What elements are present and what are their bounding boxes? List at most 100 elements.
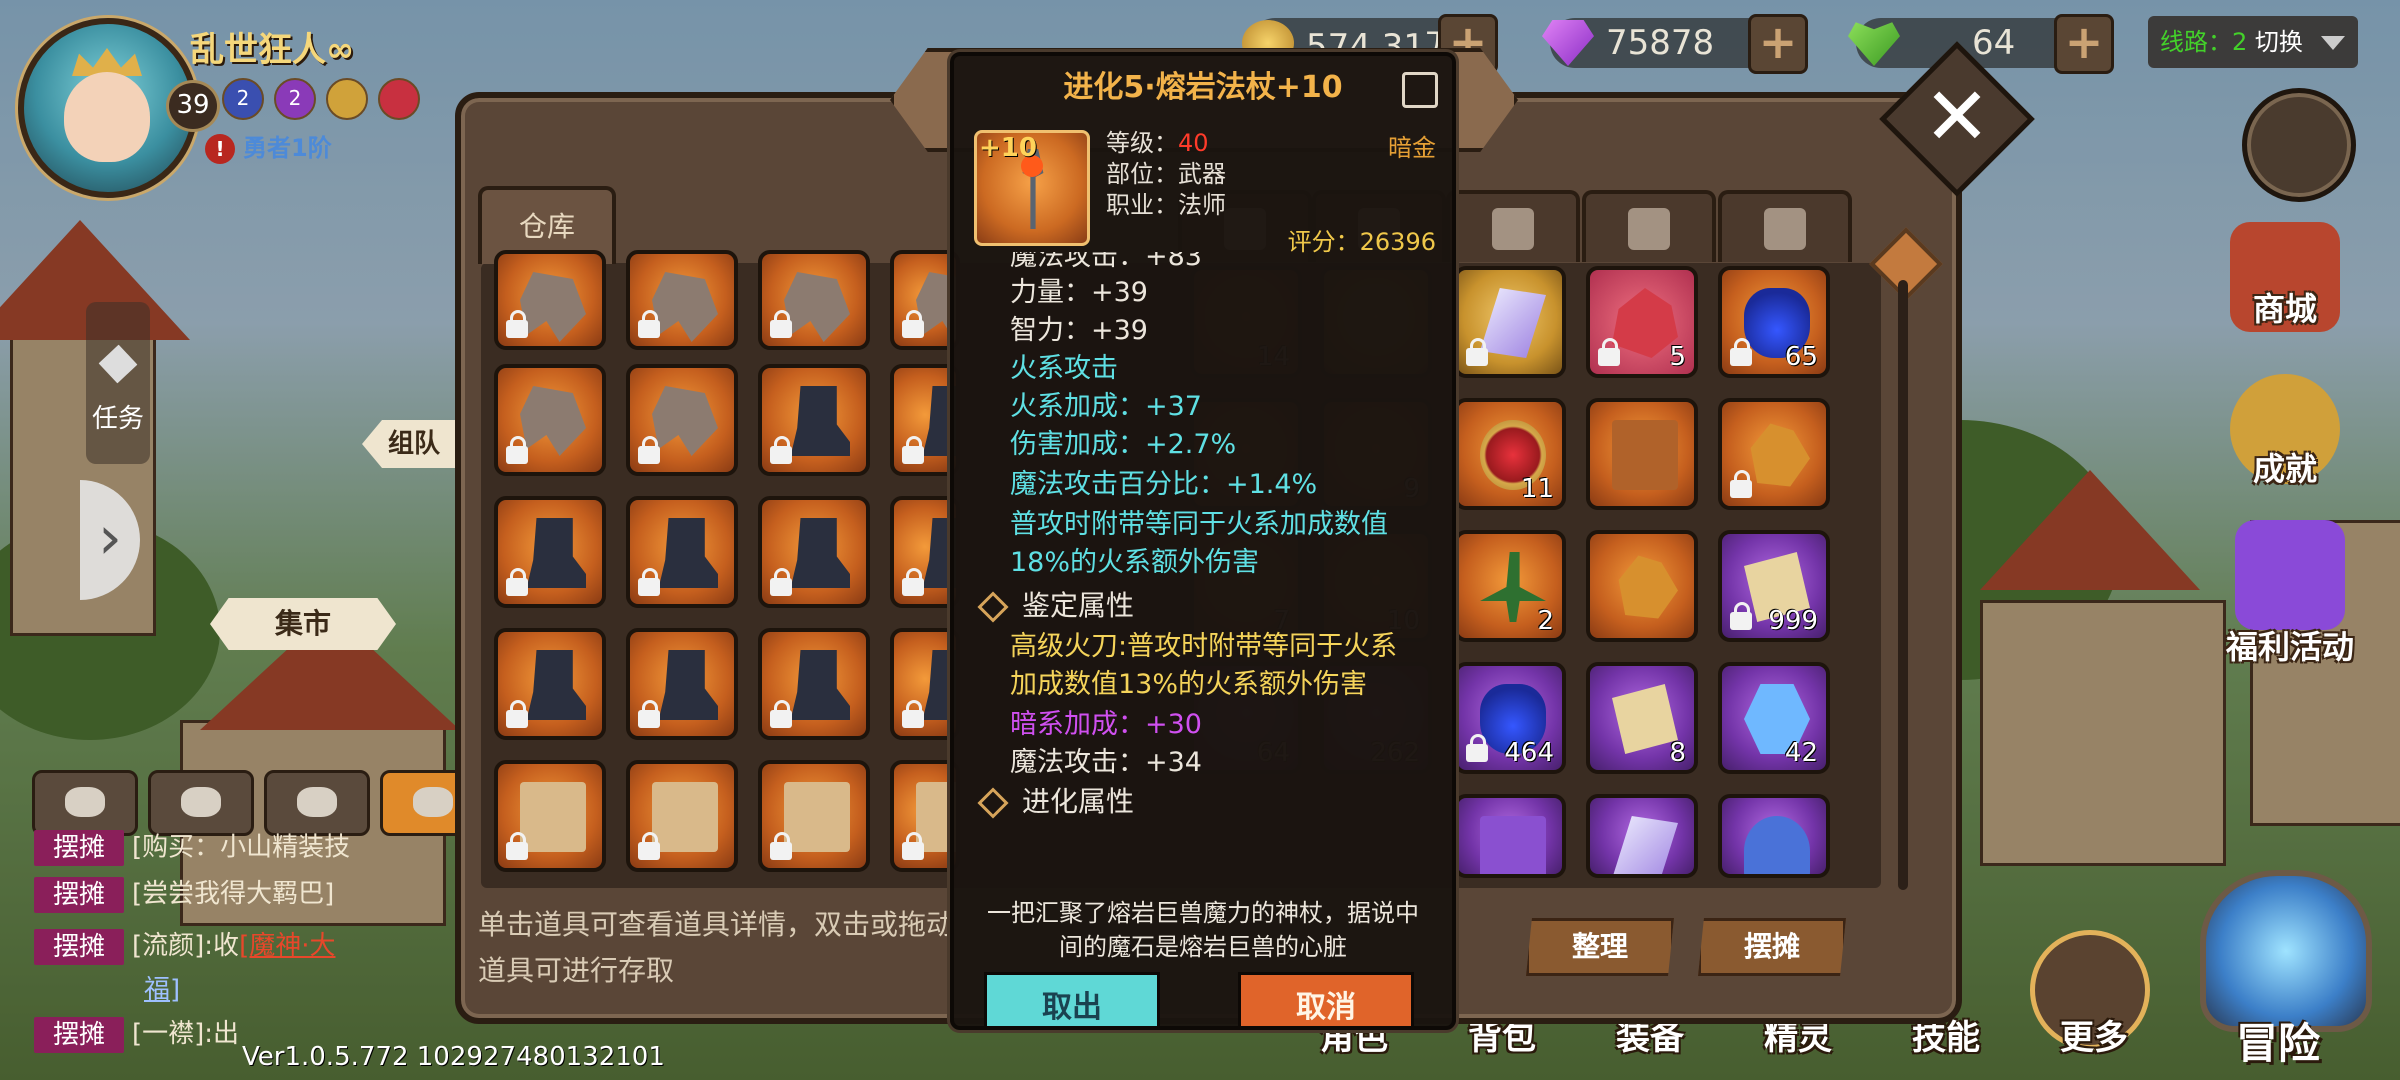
bag-slot[interactable]: [1454, 266, 1566, 378]
take-out-button[interactable]: 取出: [984, 972, 1160, 1026]
chat-row[interactable]: 摆摊 [流颜]:收[魔神·大 福]: [34, 920, 454, 1008]
warehouse-slot[interactable]: [494, 250, 606, 350]
bag-slot[interactable]: [1718, 794, 1830, 878]
add-gem-button[interactable]: +: [1748, 14, 1808, 74]
bag-slot[interactable]: [1454, 794, 1566, 878]
item-tooltip: 进化5·熔岩法杖+10 +10 等级：40 部位：武器 职业：法师 暗金 评分：…: [950, 52, 1456, 1030]
lock-icon: [770, 310, 792, 338]
boot-icon: [526, 518, 586, 588]
crown-icon: [326, 78, 368, 120]
add-heart-button[interactable]: +: [2054, 14, 2114, 74]
warehouse-slot[interactable]: [626, 496, 738, 608]
lock-icon: [1730, 602, 1752, 630]
chat-bubble-icon[interactable]: [32, 770, 138, 836]
bag-slot[interactable]: 464: [1454, 662, 1566, 774]
warehouse-slot[interactable]: [758, 760, 870, 872]
warehouse-slot[interactable]: [758, 496, 870, 608]
item-title: 进化5·熔岩法杖+10: [1063, 70, 1343, 105]
player-name: 乱世狂人∞: [190, 30, 355, 70]
chat-log: 摆摊 [购买：小山精装技 摆摊 [尝尝我得大羁巴] 摆摊 [流颜]:收[魔神·大 福]…: [34, 830, 454, 1060]
claw-glove-icon: [652, 386, 718, 456]
bag-slot[interactable]: [1586, 530, 1698, 642]
stall-button[interactable]: 摆摊: [1698, 918, 1846, 976]
tab-ore-icon[interactable]: [1718, 190, 1852, 262]
welfare-button[interactable]: 福利活动: [2210, 520, 2370, 668]
item-meta: 等级：40 部位：武器 职业：法师: [1106, 128, 1226, 221]
item-icon: +10: [974, 130, 1090, 246]
team-button[interactable]: 组队: [362, 420, 462, 468]
hero-rank[interactable]: ! 勇者1阶: [205, 128, 332, 164]
chat-text: [尝尝我得大羁巴]: [132, 879, 335, 909]
chat-row[interactable]: 摆摊 [尝尝我得大羁巴]: [34, 868, 454, 920]
skill-book-icon: [652, 782, 718, 852]
chat-text: [一襟]:出: [132, 1019, 240, 1049]
chat-text: [流颜]:收: [132, 931, 240, 961]
warehouse-slot[interactable]: [626, 364, 738, 476]
chat-row[interactable]: 摆摊 [购买：小山精装技: [34, 830, 454, 868]
evolve-section-header: 进化属性: [977, 780, 1134, 820]
route-switch[interactable]: 线路：2 切换: [2148, 16, 2358, 68]
hero-rank-label: 勇者1阶: [243, 134, 332, 162]
welfare-label: 福利活动: [2225, 628, 2354, 666]
diamond-icon: [977, 787, 1009, 819]
level-label: 等级：: [1106, 129, 1178, 157]
bag-slot[interactable]: [1586, 398, 1698, 510]
bag-slot[interactable]: 2: [1454, 530, 1566, 642]
item-stats[interactable]: 魔法攻击：+83 力量：+39 智力：+39 火系攻击 火系加成：+37 伤害加…: [954, 252, 1452, 884]
item-quality: 暗金: [1388, 134, 1436, 162]
lock-icon: [902, 568, 924, 596]
item-description-line: 间的魔石是熔岩巨兽的心脏: [1059, 933, 1347, 961]
warehouse-slot[interactable]: [494, 364, 606, 476]
warehouse-slot[interactable]: [758, 628, 870, 740]
adventure-button[interactable]: 冒险: [2180, 870, 2380, 1070]
cancel-button[interactable]: 取消: [1238, 972, 1414, 1026]
mail-icon[interactable]: [148, 770, 254, 836]
bag-slot[interactable]: 999: [1718, 530, 1830, 642]
warehouse-slot[interactable]: [626, 760, 738, 872]
tab-material-icon[interactable]: [1582, 190, 1716, 262]
stat-line: 普攻时附带等同于火系加成数值: [1010, 509, 1388, 540]
bag-slot[interactable]: 5: [1586, 266, 1698, 378]
lock-icon: [1598, 338, 1620, 366]
achievement-button[interactable]: 成就: [2220, 374, 2350, 490]
bag-slot[interactable]: [1718, 398, 1830, 510]
warehouse-slot[interactable]: [626, 250, 738, 350]
scrollbar[interactable]: [1898, 280, 1908, 890]
shop-button[interactable]: 商城: [2220, 222, 2350, 332]
bag-slot[interactable]: 11: [1454, 398, 1566, 510]
tab-book-icon[interactable]: [1446, 190, 1580, 262]
lock-icon: [506, 436, 528, 464]
adventure-label: 冒险: [2236, 1019, 2321, 1068]
claw-glove-icon: [520, 386, 586, 456]
warehouse-slot[interactable]: [758, 250, 870, 350]
stat-line: 火系加成：+37: [1010, 391, 1202, 422]
warehouse-slot[interactable]: [758, 364, 870, 476]
chat-toolbar: [32, 770, 486, 836]
nav-more[interactable]: 更多: [2020, 1010, 2168, 1059]
spell-book-icon: [1612, 420, 1678, 490]
bag-slot[interactable]: 65: [1718, 266, 1830, 378]
warehouse-slot[interactable]: [494, 496, 606, 608]
heart-icon: [378, 78, 420, 120]
bag-slot[interactable]: [1586, 794, 1698, 878]
claw-glove-icon: [520, 272, 586, 342]
gem-counter: 75878 +: [1542, 14, 1808, 74]
menu-toggle-button[interactable]: [2242, 88, 2356, 202]
bag-slot[interactable]: 42: [1718, 662, 1830, 774]
market-button[interactable]: 集市: [210, 598, 396, 650]
lock-icon: [770, 568, 792, 596]
lock-icon: [902, 310, 924, 338]
sort-button[interactable]: 整理: [1526, 918, 1674, 976]
task-button[interactable]: 任务: [86, 302, 150, 464]
friends-icon[interactable]: [264, 770, 370, 836]
bag-slot[interactable]: 8: [1586, 662, 1698, 774]
version-label: Ver1.0.5.772 102927480132101: [242, 1042, 665, 1072]
chat-item-link[interactable]: [魔神·大: [239, 931, 335, 961]
lock-icon: [506, 310, 528, 338]
stat-line: 伤害加成：+2.7%: [1010, 429, 1237, 460]
warehouse-slot[interactable]: [494, 628, 606, 740]
share-icon[interactable]: [1402, 72, 1438, 108]
lock-icon: [1466, 734, 1488, 762]
warehouse-slot[interactable]: [494, 760, 606, 872]
warehouse-slot[interactable]: [626, 628, 738, 740]
